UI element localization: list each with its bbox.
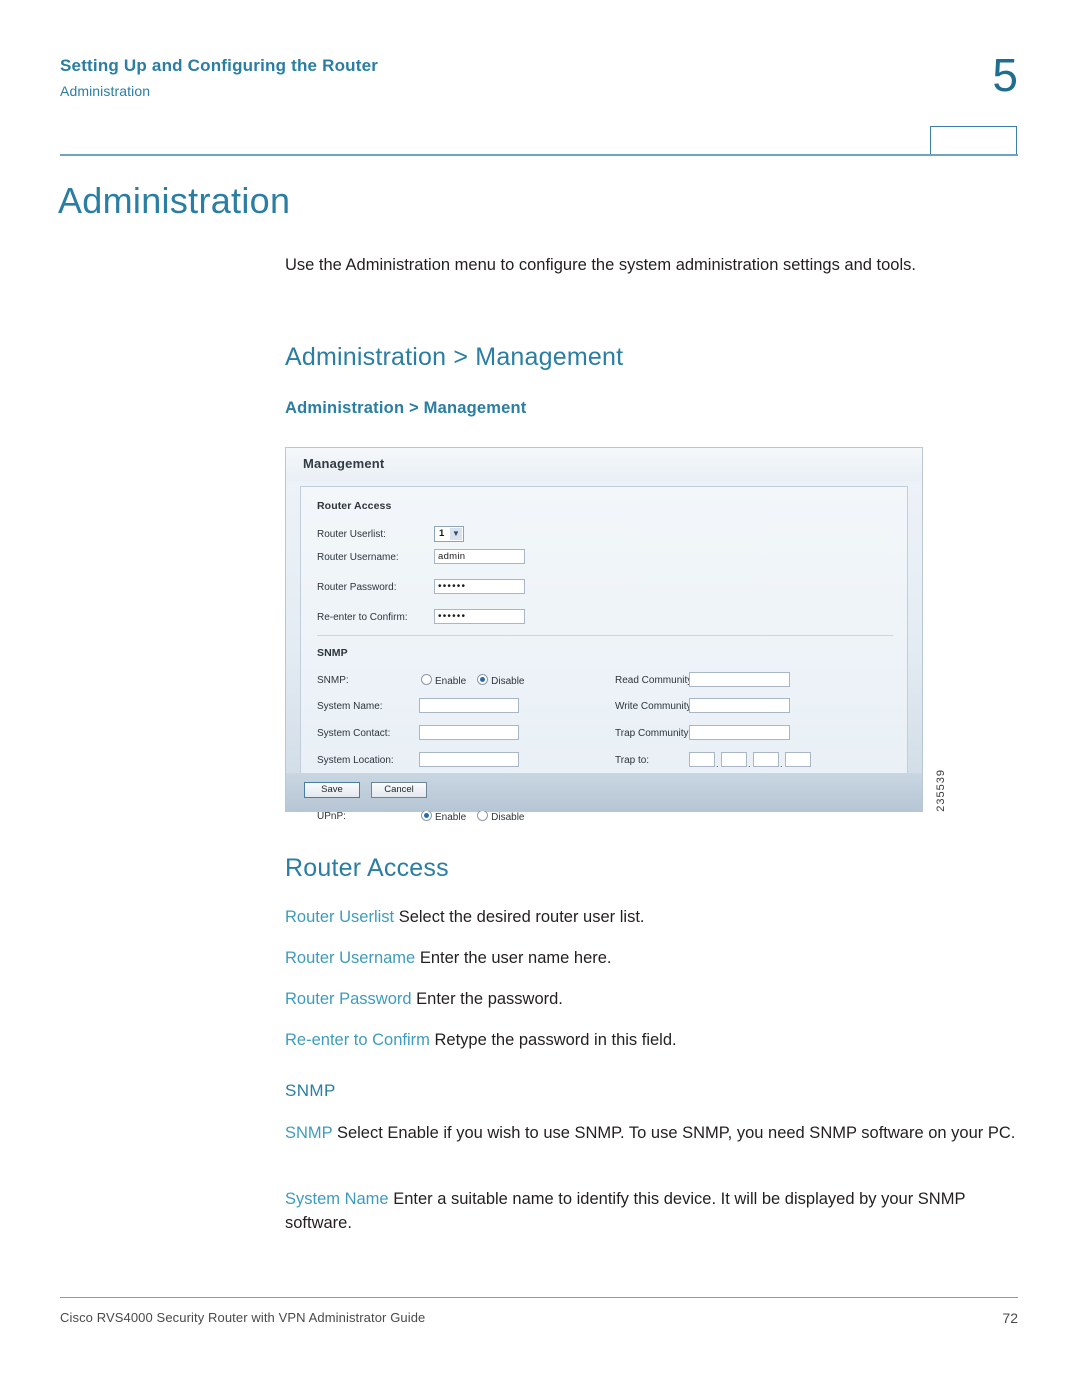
definition-text: Enter the password. bbox=[411, 990, 563, 1008]
octet-separator-2: . bbox=[748, 759, 751, 769]
settings-panel: Router Access Router Userlist: 1 ▼ Route… bbox=[300, 486, 908, 823]
definition-text: Enter the user name here. bbox=[415, 949, 612, 967]
definition-text: Retype the password in this field. bbox=[429, 1031, 677, 1049]
chapter-number: 5 bbox=[992, 49, 1018, 101]
input-router-password[interactable]: •••••• bbox=[434, 579, 525, 594]
definition-text: Select Enable if you wish to use SNMP. T… bbox=[332, 1124, 1016, 1142]
definition-router-userlist: Router Userlist Select the desired route… bbox=[285, 906, 1025, 930]
definition-system-name: System Name Enter a suitable name to ide… bbox=[285, 1188, 1025, 1236]
running-header-title: Setting Up and Configuring the Router bbox=[60, 56, 379, 75]
window-title: Management bbox=[303, 456, 385, 471]
radio-snmp-disable-icon[interactable] bbox=[477, 674, 489, 685]
section-heading-router-access: Router Access bbox=[285, 854, 449, 882]
radio-snmp-disable-label: Disable bbox=[491, 676, 525, 687]
input-write-community[interactable] bbox=[689, 698, 790, 713]
label-system-location: System Location: bbox=[317, 755, 394, 766]
definition-term: Router Password bbox=[285, 990, 412, 1008]
label-router-password: Router Password: bbox=[317, 582, 397, 593]
definition-term: Router Username bbox=[285, 949, 416, 967]
label-upnp-toggle: UPnP: bbox=[317, 811, 346, 822]
group-title-snmp: SNMP bbox=[317, 647, 348, 659]
select-router-userlist-value: 1 bbox=[439, 528, 445, 539]
definition-snmp: SNMP Select Enable if you wish to use SN… bbox=[285, 1122, 1025, 1146]
input-reenter-confirm-value: •••••• bbox=[438, 611, 467, 622]
label-reenter-confirm: Re-enter to Confirm: bbox=[317, 612, 408, 623]
group-title-router-access: Router Access bbox=[317, 500, 392, 512]
running-header-subtitle: Administration bbox=[60, 83, 151, 100]
section-heading-management: Administration > Management bbox=[285, 343, 624, 371]
figure-id-label: 235539 bbox=[935, 769, 947, 812]
definition-term: System Name bbox=[285, 1190, 389, 1208]
radio-group-snmp[interactable]: Enable Disable bbox=[421, 674, 525, 687]
radio-upnp-disable-label: Disable bbox=[491, 812, 525, 823]
radio-upnp-disable-icon[interactable] bbox=[477, 810, 489, 821]
label-system-contact: System Contact: bbox=[317, 728, 391, 739]
radio-snmp-enable-label: Enable bbox=[435, 676, 467, 687]
input-router-username[interactable]: admin bbox=[434, 549, 525, 564]
select-router-userlist[interactable]: 1 ▼ bbox=[434, 526, 464, 542]
radio-upnp-enable-label: Enable bbox=[435, 812, 467, 823]
cancel-button[interactable]: Cancel bbox=[371, 782, 427, 798]
header-rule bbox=[60, 154, 1018, 156]
input-system-contact[interactable] bbox=[419, 725, 519, 740]
input-trap-community[interactable] bbox=[689, 725, 790, 740]
definition-text: Select the desired router user list. bbox=[394, 908, 645, 926]
label-snmp-toggle: SNMP: bbox=[317, 675, 349, 686]
octet-separator-1: . bbox=[716, 759, 719, 769]
intro-paragraph: Use the Administration menu to configure… bbox=[285, 256, 916, 274]
input-trap-to-octet-2[interactable] bbox=[721, 752, 747, 767]
input-read-community[interactable] bbox=[689, 672, 790, 687]
router-admin-window: Management Router Access Router Userlist… bbox=[285, 447, 923, 823]
input-trap-to-octet-1[interactable] bbox=[689, 752, 715, 767]
definition-term: SNMP bbox=[285, 1124, 333, 1142]
footer-page-number: 72 bbox=[1002, 1310, 1018, 1326]
chevron-down-icon: ▼ bbox=[450, 528, 462, 540]
chapter-tab-box bbox=[930, 126, 1017, 155]
definition-reenter-confirm: Re-enter to Confirm Retype the password … bbox=[285, 1029, 1025, 1053]
footer-rule bbox=[60, 1297, 1018, 1298]
input-trap-to-octet-4[interactable] bbox=[785, 752, 811, 767]
input-system-name[interactable] bbox=[419, 698, 519, 713]
window-button-bar: Save Cancel bbox=[286, 773, 922, 811]
octet-separator-3: . bbox=[780, 759, 783, 769]
figure-caption: Administration > Management bbox=[285, 399, 527, 417]
radio-group-upnp[interactable]: Enable Disable bbox=[421, 810, 525, 823]
definition-router-password: Router Password Enter the password. bbox=[285, 988, 1025, 1012]
label-router-userlist: Router Userlist: bbox=[317, 529, 386, 540]
label-trap-to: Trap to: bbox=[615, 755, 650, 766]
input-reenter-confirm[interactable]: •••••• bbox=[434, 609, 525, 624]
footer-document-title: Cisco RVS4000 Security Router with VPN A… bbox=[60, 1310, 426, 1325]
radio-upnp-enable-icon[interactable] bbox=[421, 810, 432, 821]
divider-router-access bbox=[317, 635, 893, 636]
label-write-community: Write Community: bbox=[615, 701, 695, 712]
figure-management-screenshot: Management Router Access Router Userlist… bbox=[285, 447, 947, 823]
page-title: Administration bbox=[58, 180, 291, 221]
save-button[interactable]: Save bbox=[304, 782, 360, 798]
input-router-password-value: •••••• bbox=[438, 581, 467, 592]
definition-router-username: Router Username Enter the user name here… bbox=[285, 947, 1025, 971]
running-header: Setting Up and Configuring the Router Ad… bbox=[60, 55, 760, 99]
input-trap-to-octet-3[interactable] bbox=[753, 752, 779, 767]
document-page: Setting Up and Configuring the Router Ad… bbox=[0, 0, 1080, 1397]
label-read-community: Read Community: bbox=[615, 675, 696, 686]
definition-term: Re-enter to Confirm bbox=[285, 1031, 430, 1049]
label-router-username: Router Username: bbox=[317, 552, 399, 563]
input-system-location[interactable] bbox=[419, 752, 519, 767]
label-system-name: System Name: bbox=[317, 701, 383, 712]
section-heading-snmp: SNMP bbox=[285, 1081, 336, 1100]
definition-term: Router Userlist bbox=[285, 908, 395, 926]
radio-snmp-enable-icon[interactable] bbox=[421, 674, 432, 685]
input-router-username-value: admin bbox=[438, 551, 466, 562]
label-trap-community: Trap Community: bbox=[615, 728, 692, 739]
